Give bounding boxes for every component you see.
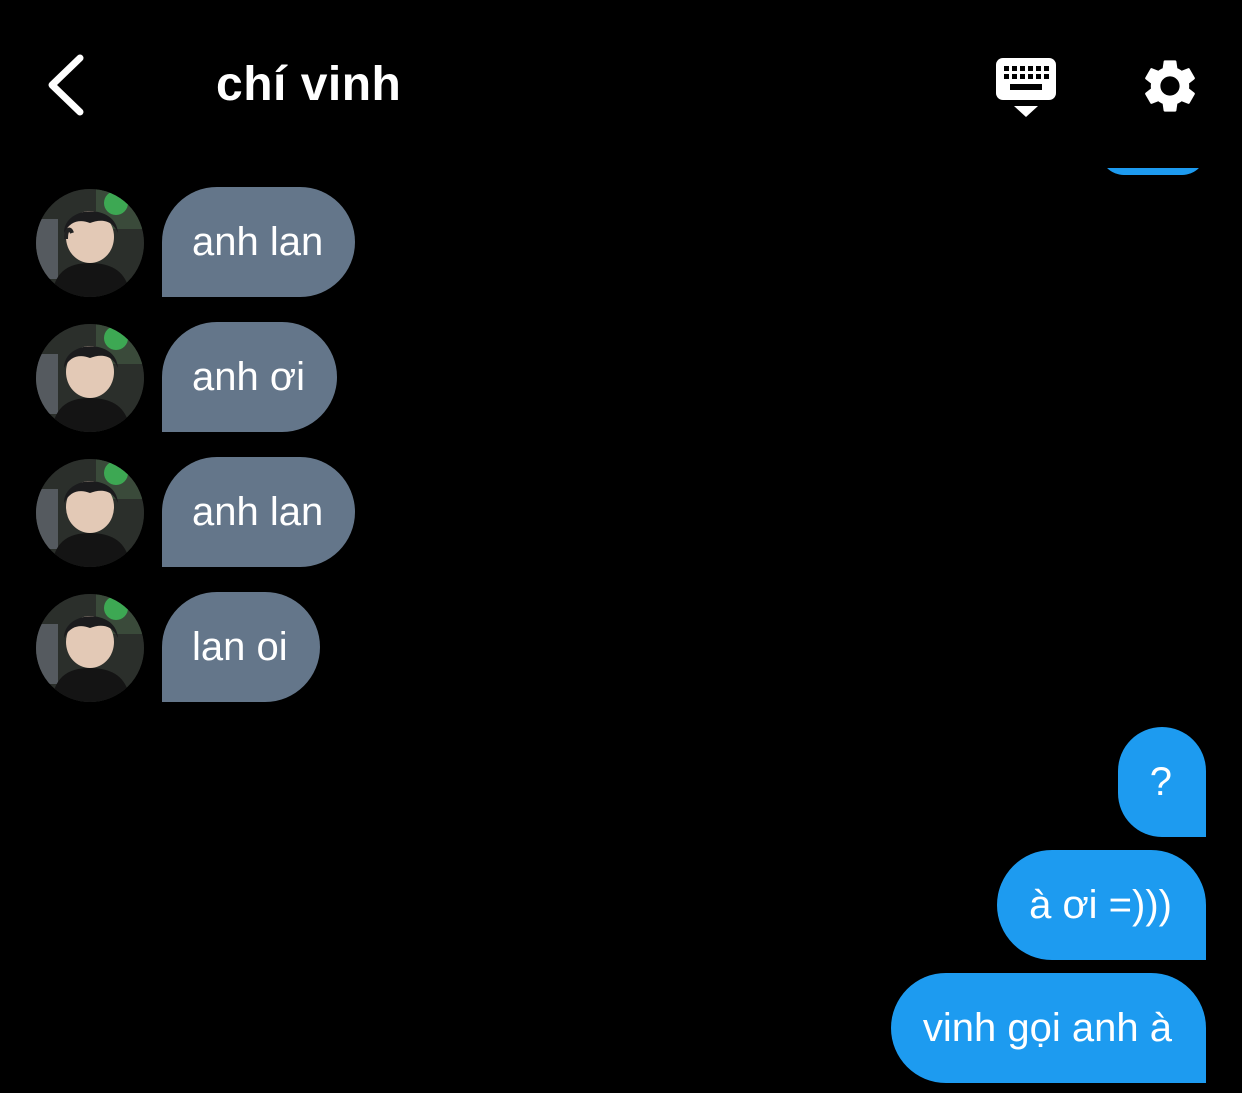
message-bubble-incoming[interactable]: anh lan (162, 457, 356, 567)
avatar-image (36, 324, 144, 432)
back-button[interactable] (40, 50, 96, 120)
message-bubble-incoming[interactable]: lan oi (162, 592, 320, 702)
message-bubble-outgoing[interactable]: à ơi =))) (997, 850, 1206, 960)
message-bubble-incoming[interactable]: anh lan (162, 187, 356, 297)
conversation-header: chí vinh (0, 0, 1242, 168)
avatar[interactable] (36, 594, 144, 702)
avatar-image (36, 189, 144, 297)
gear-icon (1145, 60, 1195, 112)
message-bubble-outgoing[interactable]: ? (1117, 727, 1206, 837)
keyboard-hide-icon (996, 58, 1056, 117)
avatar[interactable] (36, 459, 144, 567)
message-bubble-outgoing[interactable]: vinh gọi anh à (890, 973, 1206, 1083)
avatar[interactable] (36, 324, 144, 432)
avatar-image (36, 594, 144, 702)
conversation-title: chí vinh (216, 58, 402, 111)
avatar[interactable] (36, 189, 144, 297)
message-bubble-incoming[interactable]: anh ơi (162, 322, 337, 432)
avatar-image (36, 459, 144, 567)
hide-keyboard-button[interactable] (994, 56, 1058, 120)
chevron-left-icon (48, 54, 84, 116)
settings-button[interactable] (1138, 54, 1202, 118)
